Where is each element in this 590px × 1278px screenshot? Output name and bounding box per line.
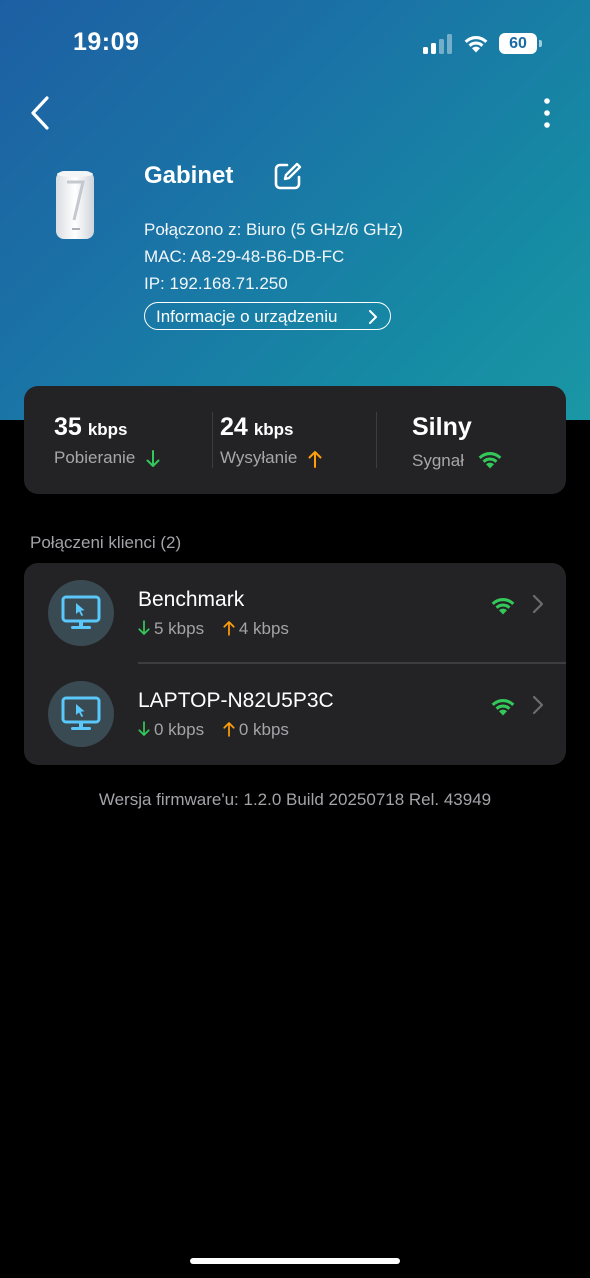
connected-clients-title: Połączeni klienci (2)	[30, 533, 182, 552]
edit-name-button[interactable]	[272, 160, 304, 192]
wifi-icon	[464, 35, 488, 53]
monitor-icon	[61, 595, 101, 629]
client-download: 0 kbps	[138, 720, 204, 740]
download-value: 35	[54, 413, 82, 441]
home-indicator[interactable]	[190, 1258, 400, 1264]
device-details-screen: 19:09 60 Gabinet Połączono z: Biuro (5 G…	[0, 0, 590, 1278]
chevron-right-icon	[532, 594, 544, 614]
client-name: LAPTOP-N82U5P3C	[138, 689, 334, 712]
download-label-group: Pobieranie	[54, 448, 160, 468]
download-value-group: 35 kbps	[54, 413, 128, 442]
client-upload: 0 kbps	[223, 720, 289, 740]
stat-divider	[212, 412, 213, 468]
arrow-down-icon	[138, 721, 150, 736]
more-options-button[interactable]	[535, 96, 559, 132]
monitor-icon	[61, 696, 101, 730]
connected-to-text: Połączono z: Biuro (5 GHz/6 GHz)	[144, 220, 403, 239]
upload-value-group: 24 kbps	[220, 413, 294, 442]
download-unit: kbps	[87, 420, 128, 439]
client-rates: 5 kbps 4 kbps	[138, 619, 303, 639]
status-time: 19:09	[73, 28, 140, 56]
chevron-right-icon	[532, 695, 544, 715]
signal-value-group: Silny	[412, 413, 472, 442]
arrow-down-icon	[146, 449, 160, 467]
clients-list: Benchmark 5 kbps 4 kbps LAPTOP-N82U5P3C …	[24, 563, 566, 765]
client-download: 5 kbps	[138, 619, 204, 639]
battery-tip	[539, 40, 542, 47]
client-rates: 0 kbps 0 kbps	[138, 720, 303, 740]
client-name: Benchmark	[138, 588, 245, 611]
chevron-right-icon	[369, 310, 377, 324]
client-upload-value: 4 kbps	[238, 619, 289, 638]
client-row-benchmark[interactable]: Benchmark 5 kbps 4 kbps	[24, 563, 566, 664]
client-upload-value: 0 kbps	[238, 720, 289, 739]
cellular-signal-icon	[423, 34, 452, 54]
upload-label-group: Wysyłanie	[220, 448, 322, 468]
arrow-up-icon	[223, 722, 235, 737]
device-info-label: Informacje o urządzeniu	[156, 307, 338, 326]
wifi-signal-icon	[478, 451, 502, 469]
device-info-button[interactable]: Informacje o urządzeniu	[144, 302, 391, 330]
router-device-image	[56, 171, 94, 239]
device-name: Gabinet	[144, 162, 234, 189]
client-download-value: 5 kbps	[154, 619, 205, 638]
battery-indicator: 60	[499, 33, 543, 54]
arrow-up-icon	[223, 621, 235, 636]
ip-address-text: IP: 192.168.71.250	[144, 274, 288, 293]
computer-avatar	[48, 580, 114, 646]
arrow-up-icon	[308, 450, 322, 468]
signal-value: Silny	[412, 413, 472, 441]
computer-avatar	[48, 681, 114, 747]
upload-label: Wysyłanie	[220, 448, 298, 467]
download-label: Pobieranie	[54, 448, 136, 467]
client-download-value: 0 kbps	[154, 720, 205, 739]
mac-address-text: MAC: A8-29-48-B6-DB-FC	[144, 247, 345, 266]
upload-unit: kbps	[253, 420, 294, 439]
wifi-signal-icon	[491, 597, 515, 615]
client-row-laptop[interactable]: LAPTOP-N82U5P3C 0 kbps 0 kbps	[24, 664, 566, 765]
throughput-stats-card: 35 kbps Pobieranie 24 kbps Wysyłanie Sil…	[24, 386, 566, 494]
stat-divider	[376, 412, 377, 468]
battery-level: 60	[499, 33, 537, 54]
arrow-down-icon	[138, 620, 150, 635]
upload-value: 24	[220, 413, 248, 441]
signal-label: Sygnał	[412, 451, 464, 470]
client-upload: 4 kbps	[223, 619, 289, 639]
wifi-signal-icon	[491, 698, 515, 716]
back-button[interactable]	[26, 94, 56, 132]
signal-label-group: Sygnał	[412, 448, 505, 471]
firmware-version: Wersja firmware'u: 1.2.0 Build 20250718 …	[98, 790, 492, 809]
